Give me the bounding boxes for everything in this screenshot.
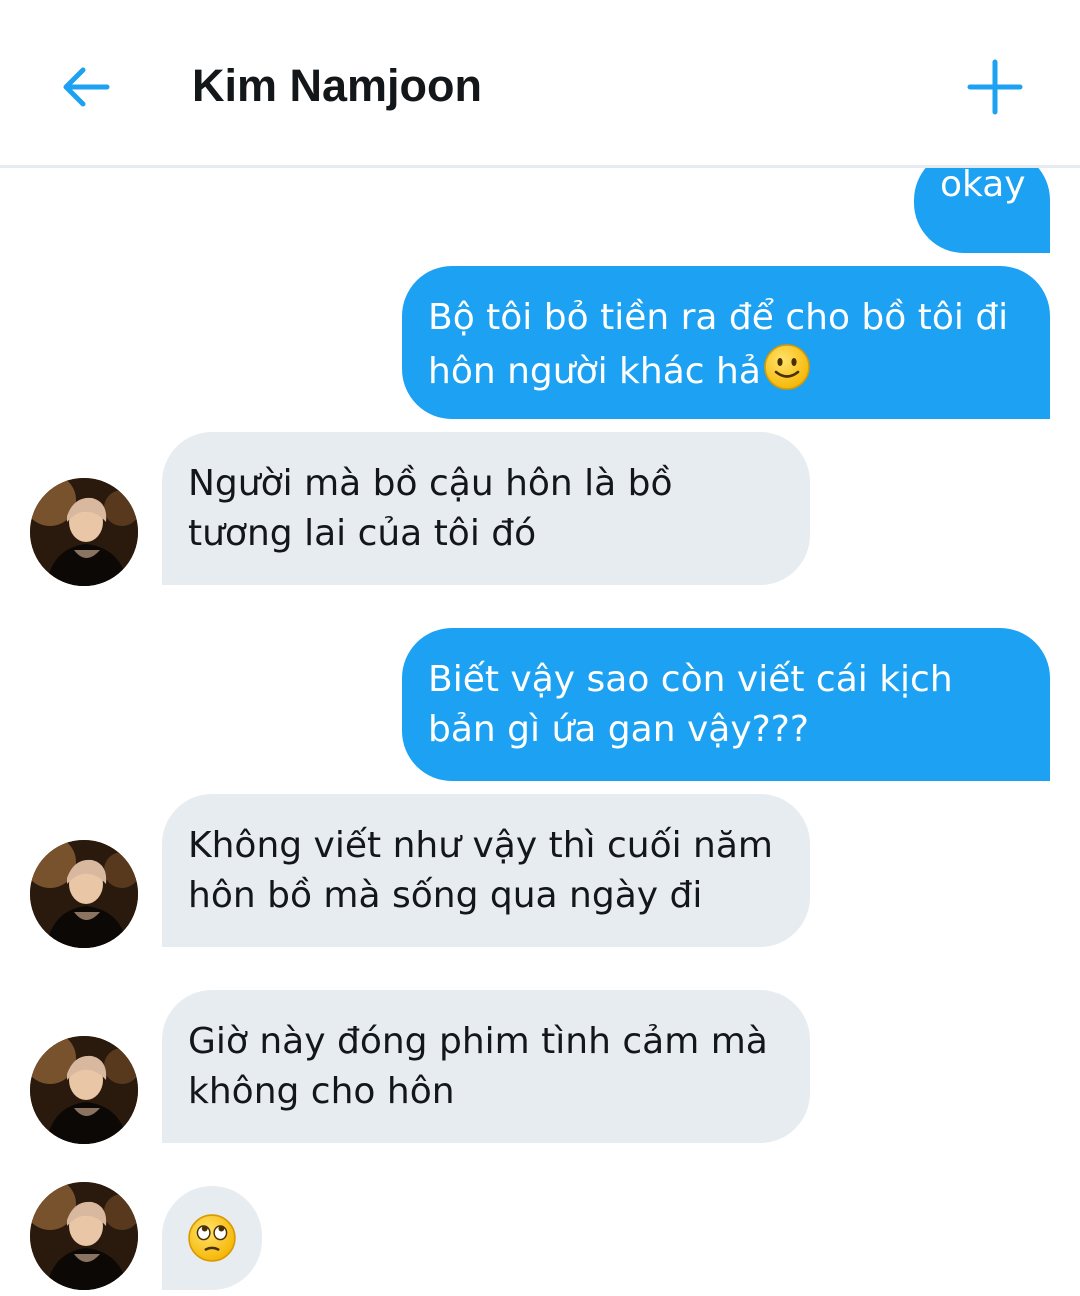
- profile-photo: [30, 840, 138, 948]
- slightly-smiling-face-icon: [764, 344, 810, 390]
- contact-avatar[interactable]: [30, 840, 138, 948]
- conversation-header: Kim Namjoon: [0, 0, 1080, 168]
- profile-photo: [30, 1036, 138, 1144]
- message-text: Giờ này đóng phim tình cảm mà: [188, 1021, 768, 1062]
- sent-message-bubble[interactable]: Biết vậy sao còn viết cái kịch bản gì ứa…: [402, 628, 1050, 781]
- received-message-bubble[interactable]: Giờ này đóng phim tình cảm mà không cho …: [162, 990, 810, 1143]
- message-text: Người mà bồ cậu hôn là bồ: [188, 463, 673, 504]
- message-text: Bộ tôi bỏ tiền ra để cho bồ tôi đi: [428, 297, 1009, 338]
- received-message-bubble[interactable]: Người mà bồ cậu hôn là bồ tương lai của …: [162, 432, 810, 585]
- message-text: tương lai của tôi đó: [188, 513, 537, 554]
- message-text: bản gì ứa gan vậy???: [428, 709, 809, 750]
- message-text: không cho hôn: [188, 1071, 455, 1112]
- received-message-bubble[interactable]: [162, 1186, 262, 1290]
- sent-message-bubble[interactable]: okay: [914, 168, 1050, 253]
- message-text: Biết vậy sao còn viết cái kịch: [428, 659, 953, 700]
- message-text: okay: [940, 168, 1026, 205]
- message-text: hôn người khác hả: [428, 351, 761, 392]
- sent-message-bubble[interactable]: Bộ tôi bỏ tiền ra để cho bồ tôi đi hôn n…: [402, 266, 1050, 419]
- face-with-rolling-eyes-icon: [188, 1214, 236, 1262]
- plus-icon: [967, 59, 1023, 115]
- received-message-bubble[interactable]: Không viết như vậy thì cuối năm hôn bồ m…: [162, 794, 810, 947]
- contact-avatar[interactable]: [30, 1182, 138, 1290]
- message-text: hôn bồ mà sống qua ngày đi: [188, 875, 703, 916]
- back-button[interactable]: [50, 52, 120, 122]
- contact-avatar[interactable]: [30, 1036, 138, 1144]
- profile-photo: [30, 1182, 138, 1290]
- message-text: Không viết như vậy thì cuối năm: [188, 825, 773, 866]
- message-thread[interactable]: okay Bộ tôi bỏ tiền ra để cho bồ tôi đi …: [0, 168, 1080, 1296]
- contact-avatar[interactable]: [30, 478, 138, 586]
- profile-photo: [30, 478, 138, 586]
- arrow-left-icon: [63, 67, 110, 107]
- conversation-title: Kim Namjoon: [192, 60, 483, 111]
- add-button[interactable]: [960, 52, 1030, 122]
